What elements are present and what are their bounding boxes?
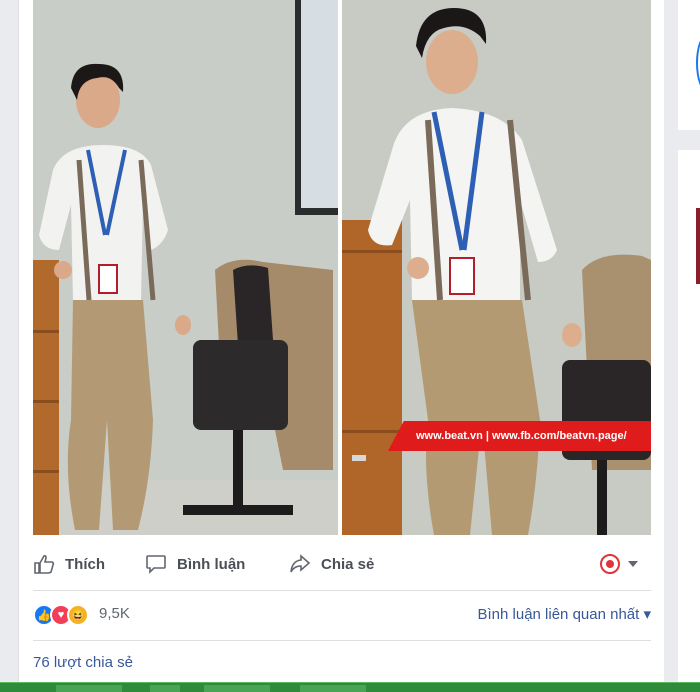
comment-label: Bình luận <box>177 555 246 573</box>
post-action-bar: Thích Bình luận Chia sẻ <box>33 546 651 582</box>
post-card: www.beat.vn | www.fb.com/beatvn.page/ Th… <box>18 0 666 682</box>
like-button[interactable]: Thích <box>33 546 105 582</box>
share-count-link[interactable]: 76 lượt chia sẻ <box>33 654 133 671</box>
comment-button[interactable]: Bình luận <box>145 546 245 582</box>
haha-icon: 😆 <box>67 604 89 626</box>
reactions-row: 👍 ♥ 😆 9,5K Bình luận liên quan nhất ▾ <box>33 596 651 634</box>
reaction-icons[interactable]: 👍 ♥ 😆 <box>33 604 89 626</box>
post-photo-right[interactable]: www.beat.vn | www.fb.com/beatvn.page/ <box>342 0 651 535</box>
page-avatar-icon <box>600 554 620 574</box>
right-sidebar <box>664 0 700 682</box>
share-label: Chia sẻ <box>321 555 375 573</box>
action-divider <box>33 590 651 591</box>
reaction-count[interactable]: 9,5K <box>99 605 130 622</box>
sidebar-thumbnail[interactable] <box>696 208 700 284</box>
share-button[interactable]: Chia sẻ <box>289 546 374 582</box>
audience-menu-button[interactable] <box>599 546 649 582</box>
photo-grid: www.beat.vn | www.fb.com/beatvn.page/ <box>33 0 651 535</box>
watermark-banner: www.beat.vn | www.fb.com/beatvn.page/ <box>388 421 651 451</box>
chevron-down-icon <box>628 561 638 567</box>
reactions-divider <box>33 640 651 641</box>
comment-bubble-icon <box>146 555 166 574</box>
post-photo-left[interactable] <box>33 0 338 535</box>
like-label: Thích <box>65 555 105 573</box>
thumbs-up-icon <box>34 554 55 574</box>
comment-sort-dropdown[interactable]: Bình luận liên quan nhất ▾ <box>478 605 652 623</box>
page-background-left <box>0 0 18 682</box>
share-arrow-icon <box>290 554 311 573</box>
